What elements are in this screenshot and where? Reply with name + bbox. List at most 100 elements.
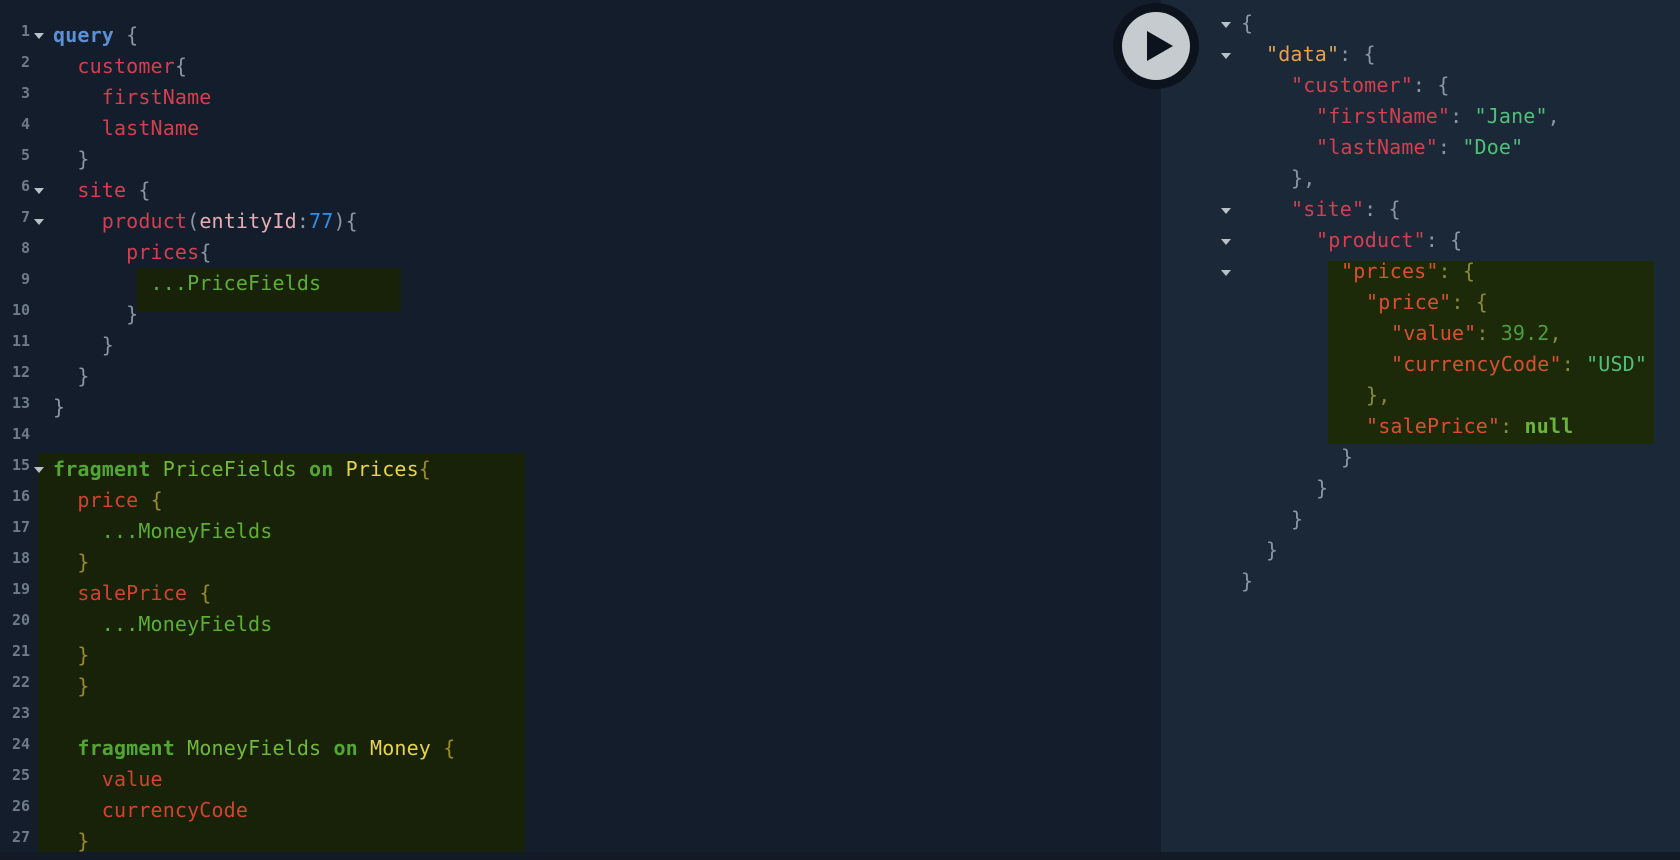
line-number: 5 [20,146,30,164]
json-key: "prices" [1341,259,1439,283]
line-number: 12 [11,363,30,381]
json-key: "customer" [1291,73,1413,97]
json-null: null [1524,414,1574,438]
fold-arrow-icon[interactable] [1221,270,1231,276]
json-key: "value" [1391,321,1477,345]
field: salePrice [77,581,188,605]
line-number: 21 [11,642,30,660]
line-number: 17 [11,518,30,536]
json-number: 39.2 [1500,321,1550,345]
json-line: } [1316,473,1328,504]
keyword: fragment [77,736,175,760]
fold-arrow-icon[interactable] [34,467,44,473]
json-line: "lastName": "Doe" [1316,132,1523,163]
punctuation: } [77,550,90,574]
json-line: }, [1291,163,1315,194]
fold-arrow-icon[interactable] [34,188,44,194]
bottom-bar [0,852,1680,860]
line-number: 11 [11,332,30,350]
punctuation: : [1476,321,1501,345]
fold-arrow-icon[interactable] [34,219,44,225]
fragment-spread: ...PriceFields [150,271,322,295]
punctuation: : [1437,135,1463,159]
punctuation: , [1549,321,1562,345]
punctuation: : [1500,414,1525,438]
line-number: 10 [11,301,30,319]
field: product [101,209,188,233]
punctuation: }, [1291,166,1316,190]
line-number: 13 [11,394,30,412]
punctuation: { [150,488,163,512]
json-key: "price" [1366,290,1452,314]
json-line: } [1291,504,1303,535]
json-line: }, [1366,380,1390,411]
punctuation: : [1425,228,1451,252]
json-key: "site" [1291,197,1365,221]
line-number: 4 [20,115,30,133]
run-button-face[interactable] [1122,12,1190,80]
punctuation: : [1339,42,1364,66]
json-line: } [1341,442,1353,473]
punctuation: { [1388,197,1401,221]
fragment-name: PriceFields [162,457,297,481]
punctuation: }, [1366,383,1391,407]
run-query-button[interactable] [1113,3,1199,89]
json-key: "data" [1266,42,1340,66]
punctuation: { [1437,73,1450,97]
line-number: 27 [11,828,30,846]
json-line: "salePrice": null [1366,411,1573,442]
punctuation: } [1266,538,1279,562]
field: prices [126,240,200,264]
punctuation: } [1241,569,1254,593]
punctuation: : [1451,290,1476,314]
punctuation: , [1547,104,1560,128]
line-number: 9 [20,270,30,288]
fold-arrow-icon[interactable] [1221,22,1231,28]
line-number: 25 [11,766,30,784]
line-number: 16 [11,487,30,505]
json-key: "product" [1316,228,1426,252]
fragment-spread: ...MoneyFields [101,612,273,636]
punctuation: { [1450,228,1463,252]
line-number: 22 [11,673,30,691]
punctuation: { [126,23,139,47]
field: customer [77,54,175,78]
line-number: 23 [11,704,30,722]
punctuation: { [443,736,456,760]
json-line: } [1241,566,1253,597]
line-number: 19 [11,580,30,598]
result-viewer[interactable]: { "data": { "customer": { "firstName": "… [1161,0,1680,852]
punctuation: } [77,829,90,853]
field: site [77,178,127,202]
line-number: 6 [20,177,30,195]
punctuation: : [1561,352,1587,376]
punctuation: } [101,333,114,357]
punctuation: } [77,147,90,171]
json-key: "currencyCode" [1391,352,1562,376]
punctuation: ( [187,209,200,233]
field: lastName [101,116,200,140]
fold-arrow-icon[interactable] [34,33,44,39]
json-string: "Doe" [1462,135,1524,159]
argument-value: 77 [309,209,334,233]
play-icon [1147,31,1173,61]
line-number: 24 [11,735,30,753]
line-number: 15 [11,456,30,474]
json-line: "firstName": "Jane", [1316,101,1560,132]
line-number: 1 [20,22,30,40]
punctuation: } [1341,445,1354,469]
fold-arrow-icon[interactable] [1221,208,1231,214]
fold-arrow-icon[interactable] [1221,239,1231,245]
keyword: on [333,736,358,760]
line-number: 3 [20,84,30,102]
type-name: Money [370,736,431,760]
punctuation: { [345,209,358,233]
fold-arrow-icon[interactable] [1221,53,1231,59]
line-number: 7 [20,208,30,226]
json-line: "value": 39.2, [1391,318,1562,349]
query-editor[interactable]: 1 query { 2 customer{ 3 firstName 4 last… [0,0,1161,860]
punctuation: : [1450,104,1475,128]
json-line: "data": { [1266,39,1376,70]
json-line: "site": { [1291,194,1401,225]
punctuation: } [77,674,90,698]
